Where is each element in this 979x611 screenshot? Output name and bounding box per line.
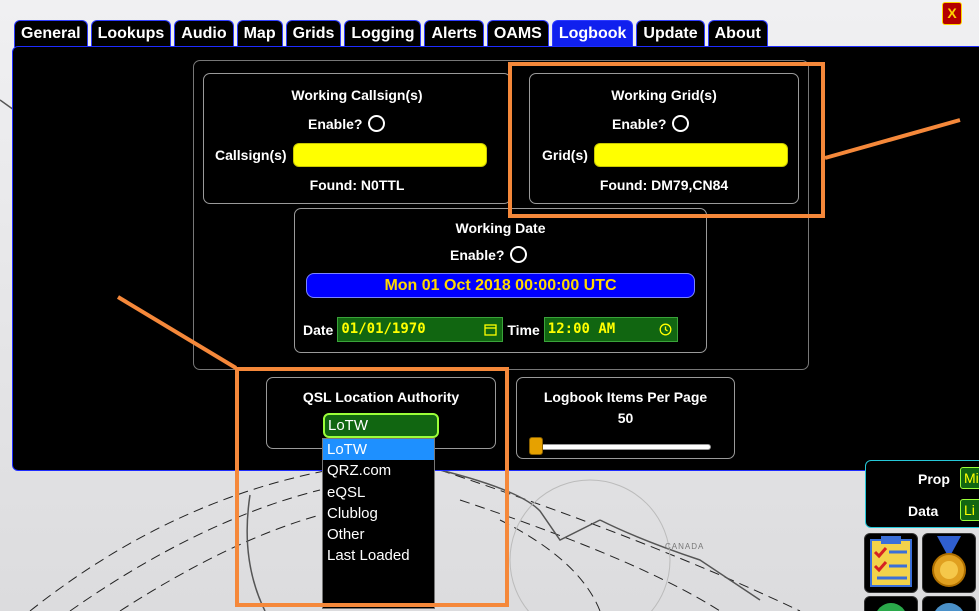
annotation-arrow-qsl: [116, 295, 238, 370]
annotation-arrows: [116, 118, 961, 370]
annotation-arrow-grid: [824, 118, 961, 160]
